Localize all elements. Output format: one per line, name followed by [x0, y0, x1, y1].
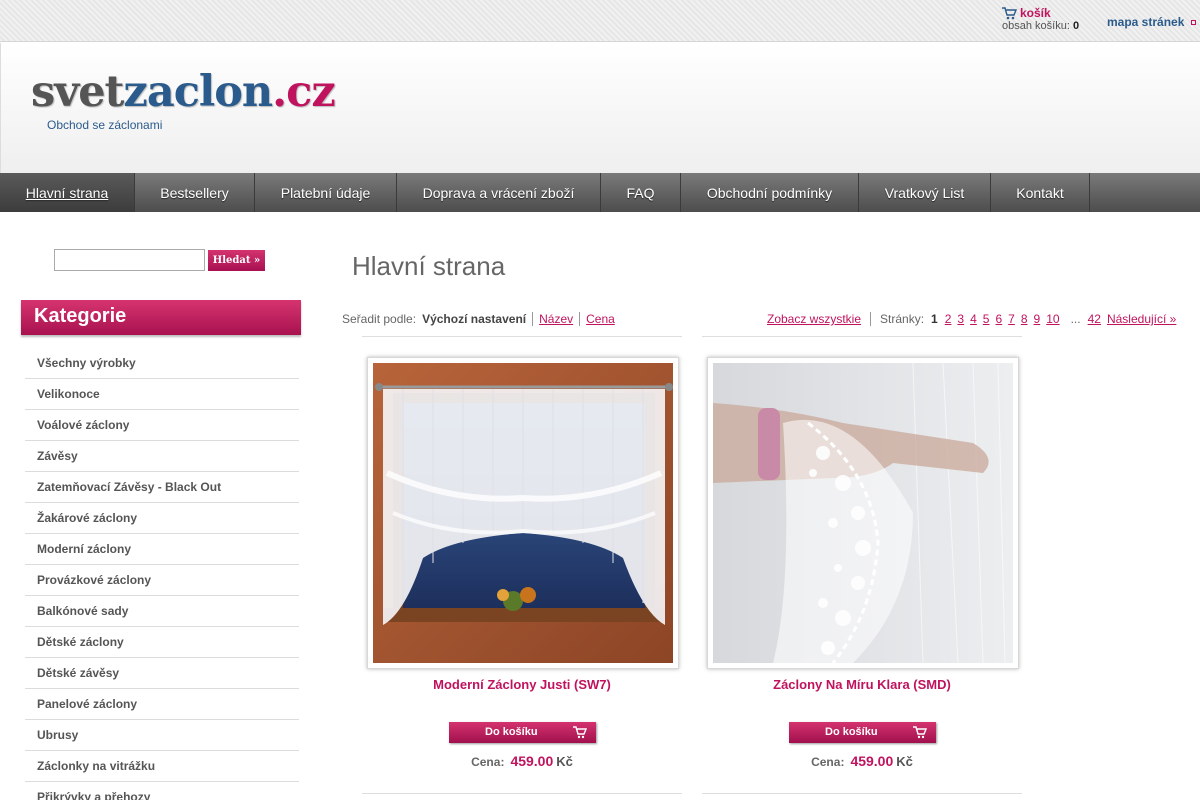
cart-summary: košík obsah košíku: 0 [1002, 7, 1079, 33]
cart-link[interactable]: košík [1020, 7, 1051, 20]
logo-part-svet: svet [31, 67, 124, 117]
page-link[interactable]: 6 [995, 312, 1002, 326]
category-item[interactable]: Moderní záclony [25, 534, 299, 565]
page-link[interactable]: 3 [957, 312, 964, 326]
product-price: Cena: 459.00 Kč [702, 753, 1022, 769]
sitemap-label[interactable]: mapa stránek [1107, 15, 1184, 29]
cart-count: 0 [1072, 20, 1080, 32]
category-item[interactable]: Všechny výrobky [25, 348, 299, 379]
page-link[interactable]: 9 [1034, 312, 1041, 326]
price-value: 459.00 [510, 753, 554, 769]
product-price: Cena: 459.00 Kč [362, 753, 682, 769]
divider [702, 793, 1022, 794]
add-to-cart-button[interactable]: Do košíku [449, 722, 596, 743]
divider [362, 793, 682, 794]
logo-part-zaclon: zaclon [123, 67, 273, 117]
nav-contact[interactable]: Kontakt [991, 173, 1090, 212]
search-input[interactable] [54, 249, 205, 271]
page-link[interactable]: 10 [1046, 312, 1059, 326]
product-image-frame[interactable] [707, 357, 1019, 669]
search-button[interactable]: Hledat » [208, 250, 265, 271]
current-page: 1 [931, 312, 938, 326]
pager-ellipsis: ... [1070, 312, 1081, 326]
add-to-cart-button[interactable]: Do košíku [789, 722, 936, 743]
divider [362, 336, 682, 337]
categories-heading: Kategorie [21, 300, 301, 335]
next-page-link[interactable]: Následující » [1107, 312, 1176, 326]
category-item[interactable]: Závěsy [25, 441, 299, 472]
category-item[interactable]: Dětské závěsy [25, 658, 299, 689]
category-item[interactable]: Panelové záclony [25, 689, 299, 720]
category-item[interactable]: Velikonoce [25, 379, 299, 410]
category-item[interactable]: Zatemňovací Závěsy - Black Out [25, 472, 299, 503]
cart-contents: obsah košíku: 0 [1002, 20, 1079, 33]
square-bullet-icon [1191, 19, 1197, 25]
nav-shipping-returns[interactable]: Doprava a vrácení zboží [397, 173, 601, 212]
nav-terms[interactable]: Obchodní podmínky [681, 173, 859, 212]
sort-by-name-link[interactable]: Název [533, 312, 581, 326]
page-link[interactable]: 4 [970, 312, 977, 326]
main-navigation: Hlavní strana Bestsellery Platební údaje… [0, 173, 1200, 212]
price-currency: Kč [896, 754, 913, 769]
page-link[interactable]: 7 [1008, 312, 1015, 326]
category-item[interactable]: Provázkové záclony [25, 565, 299, 596]
category-item[interactable]: Ubrusy [25, 720, 299, 751]
product-image[interactable] [713, 363, 1013, 663]
category-item[interactable]: Balkónové sady [25, 596, 299, 627]
price-value: 459.00 [850, 753, 894, 769]
view-all-link[interactable]: Zobacz wszystkie [767, 312, 872, 326]
nav-return-form[interactable]: Vratkový List [859, 173, 991, 212]
last-page-link[interactable]: 42 [1088, 312, 1101, 326]
category-item[interactable]: Voálové záclony [25, 410, 299, 441]
add-to-cart-label[interactable]: Do košíku [825, 726, 878, 738]
cart-icon [573, 726, 587, 739]
sort-by-price-link[interactable]: Cena [580, 312, 621, 326]
pagination: Zobacz wszystkie Stránky: 1 2 3 4 5 6 7 … [767, 312, 1176, 326]
price-label: Cena: [811, 755, 845, 769]
pages-label: Stránky: [880, 312, 925, 326]
add-to-cart-label[interactable]: Do košíku [485, 726, 538, 738]
price-currency: Kč [556, 754, 573, 769]
product-name-link[interactable]: Moderní Záclony Justi (SW7) [362, 677, 682, 692]
nav-faq[interactable]: FAQ [601, 173, 681, 212]
site-tagline: Obchod se záclonami [47, 118, 163, 132]
sort-bar: Seřadit podle: Výchozí nastavení Název C… [342, 312, 621, 326]
page-title: Hlavní strana [352, 251, 506, 281]
sitemap-link[interactable]: mapa stránek [1107, 15, 1197, 29]
lace-curtain-picture [713, 363, 1013, 663]
site-logo[interactable]: svetzaclon.cz [31, 67, 336, 117]
cart-icon[interactable] [1002, 7, 1017, 20]
sort-default: Výchozí nastavení [422, 312, 534, 326]
product-image-frame[interactable] [367, 357, 679, 669]
nav-bestsellers[interactable]: Bestsellery [135, 173, 255, 212]
cart-contents-label: obsah košíku: [1002, 20, 1070, 32]
product-name-link[interactable]: Záclony Na Míru Klara (SMD) [702, 677, 1022, 692]
site-header: svetzaclon.cz Obchod se záclonami [0, 43, 1200, 173]
divider [702, 336, 1022, 337]
top-utility-bar: košík obsah košíku: 0 mapa stránek [0, 0, 1200, 42]
category-item[interactable]: Záclonky na vitrážku [25, 751, 299, 782]
category-item[interactable]: Dětské záclony [25, 627, 299, 658]
nav-home[interactable]: Hlavní strana [0, 173, 135, 212]
category-list: Všechny výrobky Velikonoce Voálové záclo… [25, 348, 299, 800]
product-image[interactable] [373, 363, 673, 663]
curtain-window-picture [373, 363, 673, 663]
category-item[interactable]: Přikrývky a přehozy [25, 782, 299, 800]
logo-part-cz: .cz [272, 67, 336, 117]
cart-icon [913, 726, 927, 739]
category-item[interactable]: Žakárové záclony [25, 503, 299, 534]
page-link[interactable]: 5 [983, 312, 990, 326]
sort-label: Seřadit podle: [342, 312, 417, 326]
price-label: Cena: [471, 755, 505, 769]
nav-payment-info[interactable]: Platební údaje [255, 173, 397, 212]
page-link[interactable]: 2 [945, 312, 952, 326]
page-link[interactable]: 8 [1021, 312, 1028, 326]
